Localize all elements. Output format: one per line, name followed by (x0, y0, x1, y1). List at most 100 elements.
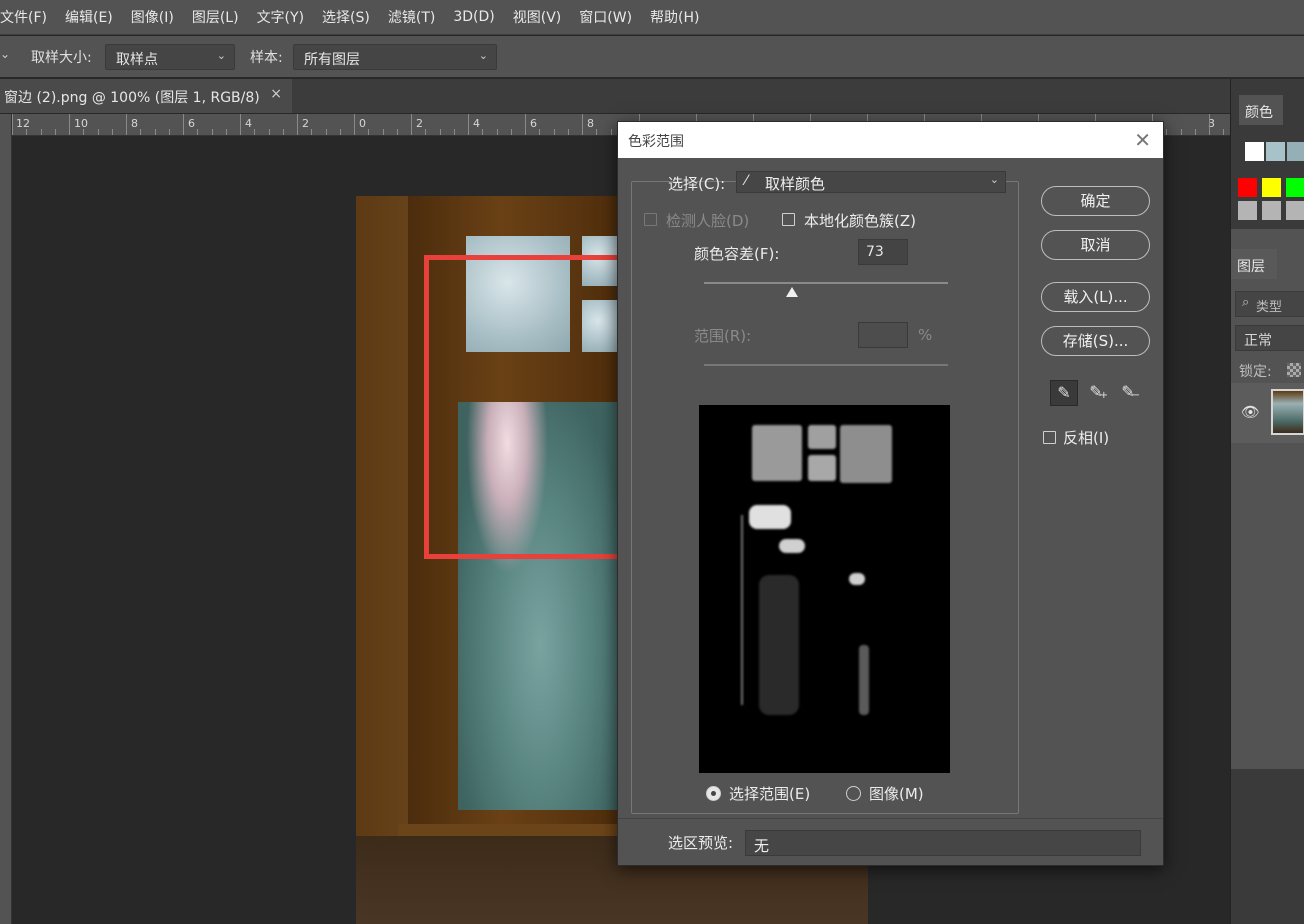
menu-image[interactable]: 图像(I) (122, 7, 183, 27)
ruler-tick (582, 114, 583, 135)
ruler-label: 6 (530, 117, 537, 130)
swatch[interactable] (1266, 142, 1285, 161)
lock-label: 锁定: (1239, 364, 1272, 380)
preview-mask-region (840, 425, 892, 483)
sample-value: 所有图层 (304, 52, 360, 68)
ruler-tick (226, 129, 227, 135)
menu-select[interactable]: 选择(S) (313, 7, 379, 27)
ruler-tick (155, 129, 156, 135)
layer-thumbnail (1271, 389, 1304, 435)
highlight-rectangle (424, 255, 638, 559)
ruler-tick (368, 129, 369, 135)
ruler-tick (197, 129, 198, 135)
swatch[interactable] (1245, 142, 1264, 161)
save-button[interactable]: 存储(S)... (1041, 326, 1150, 356)
right-panel-dock: 颜色 图层 ⌕ 类型 正常 锁定: 👁 (1230, 79, 1304, 924)
ruler-tick (1223, 129, 1224, 135)
detect-faces-label: 检测人脸(D) (666, 212, 750, 230)
tab-layers[interactable]: 图层 (1231, 249, 1277, 279)
close-icon[interactable]: ✕ (1134, 128, 1151, 152)
eye-icon[interactable]: 👁 (1241, 403, 1260, 421)
tool-preset-chevron-icon[interactable]: ⌄ (0, 47, 10, 61)
ruler-tick (1166, 129, 1167, 135)
menu-filter[interactable]: 滤镜(T) (379, 7, 444, 27)
document-tab[interactable]: 窗边 (2).png @ 100% (图层 1, RGB/8) × (0, 79, 292, 113)
detect-faces-checkbox[interactable] (644, 213, 657, 226)
selection-radio-label: 选择范围(E) (729, 785, 811, 803)
sample-select[interactable]: 所有图层 ⌄ (293, 44, 497, 70)
ruler-label: 10 (74, 117, 88, 130)
menu-layer[interactable]: 图层(L) (183, 7, 248, 27)
preview-mask-region (808, 425, 836, 449)
selection-preview[interactable] (699, 405, 950, 773)
ruler-tick (611, 129, 612, 135)
ruler-label: 6 (188, 117, 195, 130)
menu-help[interactable]: 帮助(H) (641, 7, 708, 27)
ruler-tick (69, 114, 70, 135)
ruler-tick (454, 129, 455, 135)
fuzziness-input[interactable]: 73 (858, 239, 908, 265)
ruler-tick (269, 129, 270, 135)
ruler-tick (98, 129, 99, 135)
sample-size-value: 取样点 (116, 52, 158, 68)
swatch[interactable] (1262, 178, 1281, 197)
ruler-tick (383, 129, 384, 135)
swatch[interactable] (1238, 178, 1257, 197)
image-radio[interactable] (846, 786, 861, 801)
swatch[interactable] (1286, 178, 1304, 197)
ruler-label: 4 (245, 117, 252, 130)
ruler-tick (297, 114, 298, 135)
load-button[interactable]: 载入(L)... (1041, 282, 1150, 312)
preview-mask-region (749, 505, 791, 529)
layer-filter-label: 类型 (1256, 300, 1283, 315)
sample-size-select[interactable]: 取样点 ⌄ (105, 44, 235, 70)
close-icon[interactable]: × (270, 86, 282, 102)
blend-mode-select[interactable]: 正常 (1235, 325, 1304, 351)
menu-type[interactable]: 文字(Y) (248, 7, 313, 27)
range-input[interactable] (858, 322, 908, 348)
ruler-tick (212, 129, 213, 135)
layer-filter-field[interactable]: ⌕ 类型 (1235, 291, 1304, 317)
ruler-tick (1195, 129, 1196, 135)
menu-edit[interactable]: 编辑(E) (56, 7, 122, 27)
eyedropper-subtract-icon[interactable]: ✎ − (1114, 380, 1142, 406)
selection-preview-select[interactable]: 无 (745, 830, 1141, 856)
fuzziness-slider-track[interactable] (704, 282, 948, 284)
ruler-tick (340, 129, 341, 135)
lock-transparency-icon[interactable] (1287, 363, 1301, 377)
tab-color[interactable]: 颜色 (1239, 95, 1283, 125)
invert-checkbox[interactable] (1043, 431, 1056, 444)
document-tab-title: 窗边 (2).png @ 100% (图层 1, RGB/8) (4, 90, 260, 106)
search-icon: ⌕ (1242, 295, 1250, 310)
ruler-label: 0 (359, 117, 366, 130)
dialog-title: 色彩范围 (628, 134, 684, 150)
menu-file[interactable]: 文件(F) (0, 7, 56, 27)
swatch[interactable] (1286, 201, 1304, 220)
menu-view[interactable]: 视图(V) (504, 7, 571, 27)
layer-row[interactable]: 👁 (1231, 383, 1304, 443)
localized-clusters-checkbox[interactable] (782, 213, 795, 226)
select-dropdown[interactable]: ⁄ 取样颜色 ⌄ (736, 171, 1006, 193)
eyedropper-icon[interactable]: ✎ (1050, 380, 1078, 406)
invert-label: 反相(I) (1063, 429, 1110, 447)
menu-3d[interactable]: 3D(D) (444, 9, 503, 25)
ruler-label: 12 (16, 117, 30, 130)
ruler-tick (311, 129, 312, 135)
swatch[interactable] (1287, 142, 1304, 161)
ruler-tick (440, 129, 441, 135)
fuzziness-slider-thumb[interactable] (785, 287, 798, 297)
selection-radio[interactable] (706, 786, 721, 801)
ok-button[interactable]: 确定 (1041, 186, 1150, 216)
swatch[interactable] (1238, 201, 1257, 220)
cancel-button[interactable]: 取消 (1041, 230, 1150, 260)
ruler-tick (482, 129, 483, 135)
ruler-tick (1209, 114, 1210, 135)
ruler-tick (254, 129, 255, 135)
document-tab-bar: 窗边 (2).png @ 100% (图层 1, RGB/8) × (0, 79, 1230, 113)
swatch[interactable] (1262, 201, 1281, 220)
menu-window[interactable]: 窗口(W) (570, 7, 641, 27)
range-slider-track[interactable] (704, 364, 948, 366)
ruler-tick (140, 129, 141, 135)
preview-mask-region (741, 515, 743, 705)
eyedropper-add-icon[interactable]: ✎ + (1082, 380, 1110, 406)
